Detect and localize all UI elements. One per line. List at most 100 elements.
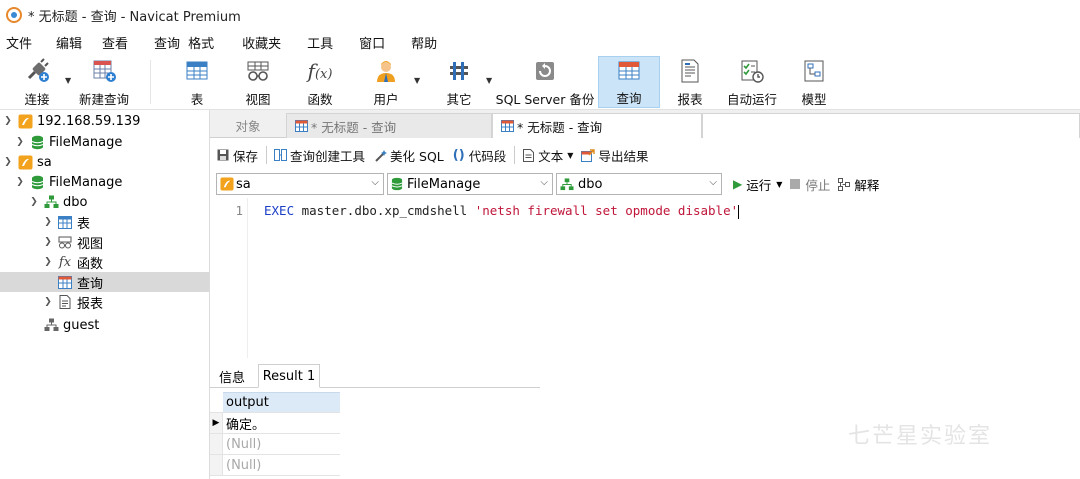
chevron-down-icon[interactable]: ▼: [567, 151, 573, 160]
report-icon: [678, 56, 702, 86]
table-row[interactable]: (Null): [210, 455, 340, 476]
function-icon: fx: [58, 254, 72, 270]
play-icon: ▶: [733, 177, 743, 191]
query-toolbar: 保存 查询创建工具 美化 SQL () 代码段 文本 ▼ 导出结果: [210, 140, 1080, 170]
stop-button[interactable]: 停止: [790, 175, 830, 194]
tab-objects[interactable]: 对象: [210, 113, 286, 138]
menu-favorites[interactable]: 收藏夹: [236, 33, 301, 52]
chevron-down-icon: ⌵: [371, 177, 379, 188]
grid-header-row: output: [210, 392, 340, 413]
table-cell[interactable]: (Null): [223, 434, 340, 454]
tree-schema-dbo[interactable]: ❯ dbo: [28, 192, 237, 212]
menu-edit[interactable]: 编辑: [44, 33, 94, 52]
connect-button[interactable]: 连接: [14, 56, 60, 108]
auto-run-button[interactable]: 自动运行: [722, 56, 782, 108]
tree-queries[interactable]: 查询: [0, 272, 209, 292]
backup-icon: [533, 56, 557, 86]
text-cursor: [738, 204, 740, 219]
code-line[interactable]: EXEC master.dbo.xp_cmdshell 'netsh firew…: [264, 203, 740, 219]
chevron-right-icon[interactable]: ❯: [42, 297, 54, 307]
user-button[interactable]: 用户: [364, 56, 408, 108]
chevron-down-icon[interactable]: ❯: [2, 116, 14, 126]
export-results-button[interactable]: 导出结果: [581, 146, 648, 165]
menu-tools[interactable]: 工具: [301, 33, 353, 52]
text-mode-button[interactable]: 文本 ▼: [521, 146, 573, 165]
tab-untitled-query-2[interactable]: * 无标题 - 查询: [492, 113, 702, 138]
model-icon: [802, 56, 826, 86]
query-context-bar: sa ⌵ FileManage ⌵ dbo ⌵ ▶ 运行 ▼ 停止 解释: [210, 171, 1080, 197]
report-button[interactable]: 报表: [668, 56, 712, 108]
tab-untitled-query-1[interactable]: * 无标题 - 查询: [286, 113, 492, 138]
chevron-down-icon[interactable]: ❯: [2, 157, 14, 167]
tab-result-1[interactable]: Result 1: [258, 364, 320, 388]
schema-select[interactable]: dbo ⌵: [556, 173, 722, 195]
chevron-right-icon[interactable]: ❯: [42, 237, 54, 247]
tools-icon: [446, 56, 472, 86]
automation-icon: [739, 56, 765, 86]
menu-view[interactable]: 查看: [94, 33, 140, 52]
explain-button[interactable]: 解释: [838, 175, 879, 194]
function-icon: f(x): [307, 59, 333, 83]
connection-select[interactable]: sa ⌵: [216, 173, 384, 195]
toolbar-divider: [514, 146, 516, 164]
menu-help[interactable]: 帮助: [405, 33, 449, 52]
user-dropdown-icon[interactable]: ▼: [414, 76, 420, 85]
stop-icon: [790, 179, 801, 189]
view-icon: [245, 56, 271, 86]
chevron-down-icon: ⌵: [709, 177, 717, 188]
code-snippet-button[interactable]: () 代码段: [452, 146, 506, 165]
current-row-marker-icon: ▶: [210, 413, 223, 433]
tree-database-filemanage-1[interactable]: ❯ FileManage: [14, 132, 223, 152]
beautify-sql-button[interactable]: 美化 SQL: [373, 146, 444, 165]
query-button[interactable]: 查询: [598, 56, 660, 108]
view-button[interactable]: 视图: [236, 56, 280, 108]
menu-query[interactable]: 查询: [140, 33, 186, 52]
model-button[interactable]: 模型: [794, 56, 834, 108]
schema-icon: [560, 177, 574, 191]
chevron-right-icon[interactable]: ❯: [42, 257, 54, 267]
tree-connection-192-168-59-139[interactable]: ❯ 192.168.59.139: [2, 111, 211, 131]
table-cell[interactable]: 确定。: [223, 413, 340, 433]
database-icon: [391, 177, 403, 191]
query-builder-icon: [273, 148, 287, 162]
chevron-down-icon[interactable]: ▼: [776, 180, 782, 189]
table-button[interactable]: 表: [176, 56, 218, 108]
function-button[interactable]: f(x) 函数: [298, 56, 342, 108]
chevron-down-icon[interactable]: ❯: [28, 197, 40, 207]
tab-info[interactable]: 信息: [210, 364, 254, 388]
tree-database-filemanage-2[interactable]: ❯ FileManage: [14, 172, 223, 192]
database-icon: [29, 134, 45, 150]
other-dropdown-icon[interactable]: ▼: [486, 76, 492, 85]
tree-schema-guest[interactable]: guest: [28, 315, 237, 335]
menu-format[interactable]: 格式: [186, 33, 236, 52]
column-header-output[interactable]: output: [223, 392, 340, 412]
save-icon: [216, 148, 230, 162]
save-button[interactable]: 保存: [216, 146, 258, 165]
table-row[interactable]: (Null): [210, 434, 340, 455]
menu-file[interactable]: 文件: [0, 33, 44, 52]
chevron-down-icon[interactable]: ❯: [14, 177, 26, 187]
database-select[interactable]: FileManage ⌵: [387, 173, 553, 195]
sql-editor[interactable]: 1 EXEC master.dbo.xp_cmdshell 'netsh fir…: [210, 198, 1080, 358]
query-builder-button[interactable]: 查询创建工具: [273, 146, 365, 165]
connect-dropdown-icon[interactable]: ▼: [65, 76, 71, 85]
sql-server-backup-button[interactable]: SQL Server 备份: [496, 56, 594, 108]
other-button[interactable]: 其它: [438, 56, 480, 108]
document-tabs: 对象 * 无标题 - 查询 * 无标题 - 查询: [210, 110, 1080, 138]
query-icon: [616, 57, 642, 85]
line-number: 1: [235, 203, 243, 218]
tree-connection-sa[interactable]: ❯ sa: [2, 152, 211, 172]
navicat-logo-icon: [6, 7, 22, 23]
mssql-connection-icon: [17, 113, 33, 129]
chevron-right-icon[interactable]: ❯: [42, 217, 54, 227]
table-cell[interactable]: (Null): [223, 455, 340, 475]
table-row[interactable]: ▶ 确定。: [210, 413, 340, 434]
menu-window[interactable]: 窗口: [353, 33, 405, 52]
run-button[interactable]: ▶ 运行 ▼: [733, 175, 782, 194]
chevron-right-icon[interactable]: ❯: [14, 137, 26, 147]
new-query-button[interactable]: 新建查询: [76, 56, 132, 108]
query-icon: [501, 120, 514, 132]
result-grid: output ▶ 确定。 (Null) (Null): [210, 392, 340, 479]
user-icon: [373, 56, 399, 86]
table-icon: [184, 56, 210, 86]
